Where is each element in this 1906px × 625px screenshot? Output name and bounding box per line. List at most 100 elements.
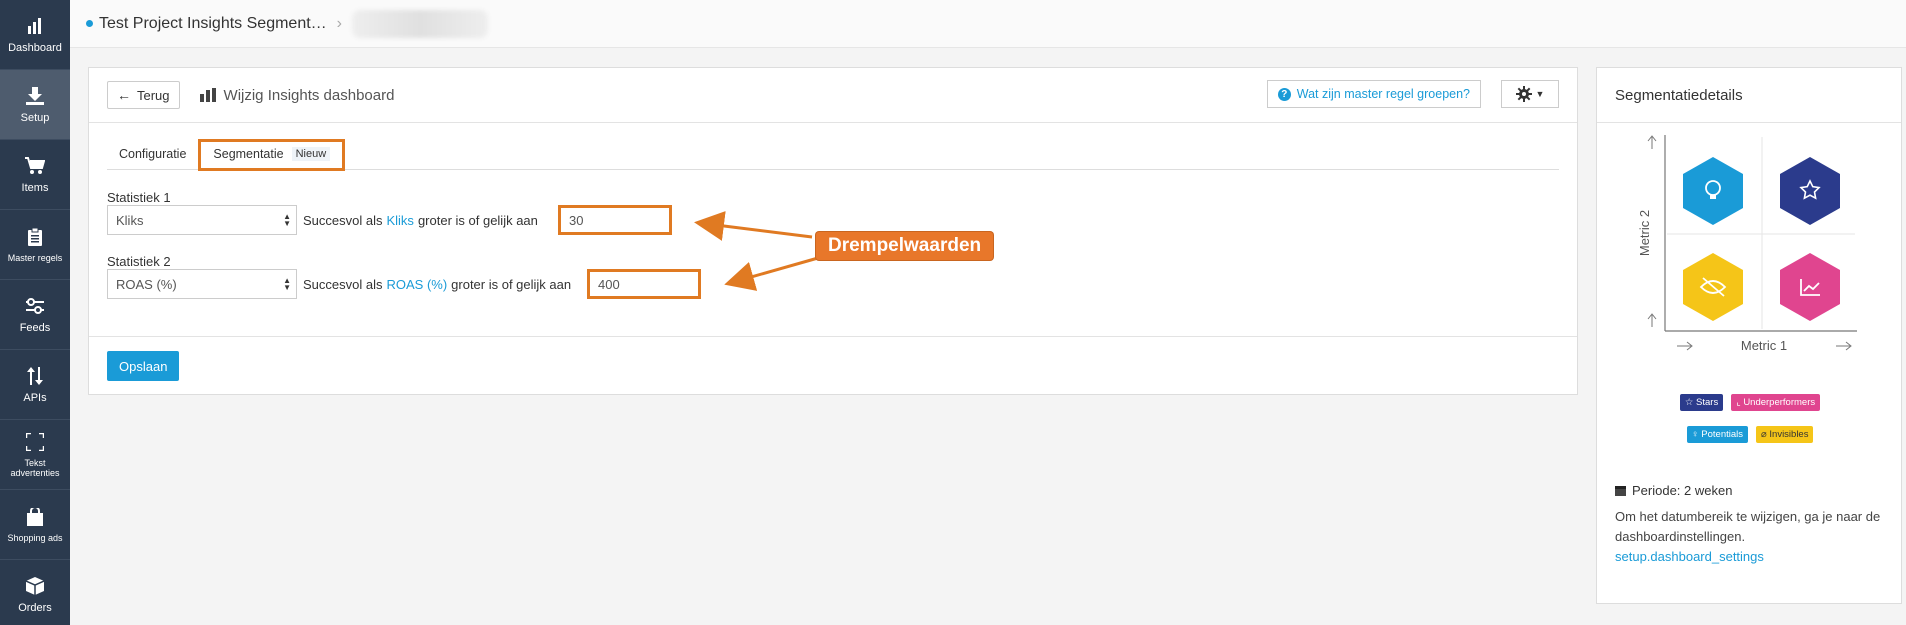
tab-label: Configuratie xyxy=(119,147,187,161)
download-icon xyxy=(24,85,46,107)
calendar-icon xyxy=(1615,485,1626,496)
stat2-condition: Succesvol als ROAS (%) groter is of geli… xyxy=(303,269,571,299)
legend-label: Stars xyxy=(1696,397,1719,408)
legend-row: ♀ Potentials ⌀ Invisibles xyxy=(1597,426,1903,443)
bar-chart-icon xyxy=(199,88,216,102)
clipboard-icon xyxy=(24,226,46,248)
breadcrumb-separator: › xyxy=(336,14,342,32)
breadcrumb: Test Project Insights Segment… › xyxy=(70,0,1906,48)
x-axis-label: Metric 1 xyxy=(1741,338,1787,353)
select-caret-icon: ▲ ▼ xyxy=(283,212,291,228)
arrow-right-icon xyxy=(1836,341,1852,351)
sidebar-item-orders[interactable]: Orders xyxy=(0,560,70,625)
legend-potentials: ♀ Potentials xyxy=(1686,426,1749,443)
condition-suffix: groter is of gelijk aan xyxy=(417,212,538,228)
sidebar-item-dashboard[interactable]: Dashboard xyxy=(0,0,70,70)
cart-icon xyxy=(24,155,46,177)
sidebar-item-shopping-ads[interactable]: Shopping ads xyxy=(0,490,70,560)
back-label: Terug xyxy=(137,87,170,103)
help-label: Wat zijn master regel groepen? xyxy=(1296,87,1470,101)
new-badge: Nieuw xyxy=(291,146,331,161)
legend-label: Underperformers xyxy=(1743,397,1816,408)
legend-label: Potentials xyxy=(1701,429,1744,440)
stat1-select-value: Kliks xyxy=(116,212,144,228)
stat1-condition: Succesvol als Kliks groter is of gelijk … xyxy=(303,205,538,235)
details-title: Segmentatiedetails xyxy=(1597,68,1901,123)
tab-bar: Configuratie Segmentatie Nieuw xyxy=(107,139,1559,171)
box-icon xyxy=(24,575,46,597)
sidebar-item-master-regels[interactable]: Master regels xyxy=(0,210,70,280)
sidebar-item-label: Setup xyxy=(20,112,50,124)
chevron-down-icon: ▼ xyxy=(1535,89,1545,99)
sidebar-item-label: Orders xyxy=(18,602,52,614)
stat2-select[interactable]: ROAS (%) ▲ ▼ xyxy=(107,269,297,299)
legend-invisibles: ⌀ Invisibles xyxy=(1756,426,1814,443)
arrow-left-icon: ← xyxy=(117,87,131,103)
sidebar-item-feeds[interactable]: Feeds xyxy=(0,280,70,350)
sidebar-item-label: Tekst advertenties xyxy=(10,458,60,478)
period: Periode: 2 weken xyxy=(1615,483,1732,498)
sidebar: Dashboard Setup Items Master regels Feed… xyxy=(0,0,70,625)
legend-underperformers: ⌞ Underperformers xyxy=(1731,394,1821,411)
condition-suffix: groter is of gelijk aan xyxy=(451,276,572,292)
back-button[interactable]: ← Terug xyxy=(107,81,180,109)
arrow-up-icon xyxy=(1647,313,1657,327)
sidebar-item-label: Feeds xyxy=(19,322,51,334)
save-button[interactable]: Opslaan xyxy=(107,351,180,381)
tab-configuratie[interactable]: Configuratie xyxy=(107,147,198,169)
sliders-icon xyxy=(24,295,46,317)
legend-stars: ☆ Stars xyxy=(1679,394,1724,411)
dashboard-settings-link[interactable]: setup.dashboard_settings xyxy=(1615,549,1764,564)
panel-header: ← Terug Wijzig Insights dashboard ? Wat … xyxy=(89,68,1577,123)
condition-prefix: Succesvol als xyxy=(303,212,383,228)
stat2-select-value: ROAS (%) xyxy=(116,276,177,292)
sidebar-item-apis[interactable]: APIs xyxy=(0,350,70,420)
shopping-bag-icon xyxy=(24,506,46,528)
sidebar-item-items[interactable]: Items xyxy=(0,140,70,210)
stat1-threshold-input[interactable]: 30 xyxy=(558,205,672,235)
sidebar-item-label: Shopping ads xyxy=(7,533,63,543)
sidebar-item-label: Items xyxy=(21,182,49,194)
quadrant-diagram: Metric 2 Metric 1 xyxy=(1597,123,1903,353)
condition-keyword: ROAS (%) xyxy=(386,276,448,292)
arrows-updown-icon xyxy=(24,365,46,387)
legend-label: Invisibles xyxy=(1769,429,1809,440)
tab-label: Segmentatie xyxy=(213,146,284,161)
sidebar-item-tekst-advertenties[interactable]: Tekst advertenties xyxy=(0,420,70,490)
stat1-select[interactable]: Kliks ▲ ▼ xyxy=(107,205,297,235)
stat2-label: Statistiek 2 xyxy=(107,254,171,269)
y-axis-label: Metric 2 xyxy=(1637,210,1652,256)
project-title[interactable]: Test Project Insights Segment… xyxy=(99,15,327,33)
edit-dashboard-panel: ← Terug Wijzig Insights dashboard ? Wat … xyxy=(88,67,1578,395)
help-button[interactable]: ? Wat zijn master regel groepen? xyxy=(1266,80,1481,108)
legend-row: ☆ Stars ⌞ Underperformers xyxy=(1597,394,1903,411)
divider xyxy=(89,336,1577,337)
threshold-callout: Drempelwaarden xyxy=(816,232,994,260)
page-title-text: Wijzig Insights dashboard xyxy=(223,86,395,104)
segmentation-details-panel: Segmentatiedetails Metric 2 Metric 1 ☆ S… xyxy=(1596,67,1902,604)
condition-prefix: Succesvol als xyxy=(303,276,383,292)
arrow-right-icon xyxy=(1677,341,1693,351)
stat1-label: Statistiek 1 xyxy=(107,190,171,205)
stars-hexagon xyxy=(1780,157,1840,225)
settings-dropdown[interactable]: ▼ xyxy=(1501,80,1559,108)
bar-chart-icon xyxy=(24,15,46,37)
period-description: Om het datumbereik te wijzigen, ga je na… xyxy=(1615,509,1881,544)
text-frame-icon xyxy=(24,431,46,453)
sidebar-item-setup[interactable]: Setup xyxy=(0,70,70,140)
select-caret-icon: ▲ ▼ xyxy=(283,276,291,292)
question-icon: ? xyxy=(1277,87,1291,101)
stat2-threshold-input[interactable]: 400 xyxy=(587,269,701,299)
sidebar-item-label: Master regels xyxy=(7,253,63,263)
period-text: Periode: 2 weken xyxy=(1632,483,1733,498)
blurred-breadcrumb xyxy=(351,9,488,38)
tab-segmentatie[interactable]: Segmentatie Nieuw xyxy=(198,139,346,171)
status-dot xyxy=(86,20,93,27)
condition-keyword: Kliks xyxy=(386,212,414,228)
sidebar-item-label: APIs xyxy=(23,392,47,404)
page-title: Wijzig Insights dashboard xyxy=(199,86,395,104)
gear-icon xyxy=(1515,86,1532,102)
sidebar-item-label: Dashboard xyxy=(8,42,62,54)
potentials-hexagon xyxy=(1683,157,1743,225)
arrow-up-icon xyxy=(1647,135,1657,149)
